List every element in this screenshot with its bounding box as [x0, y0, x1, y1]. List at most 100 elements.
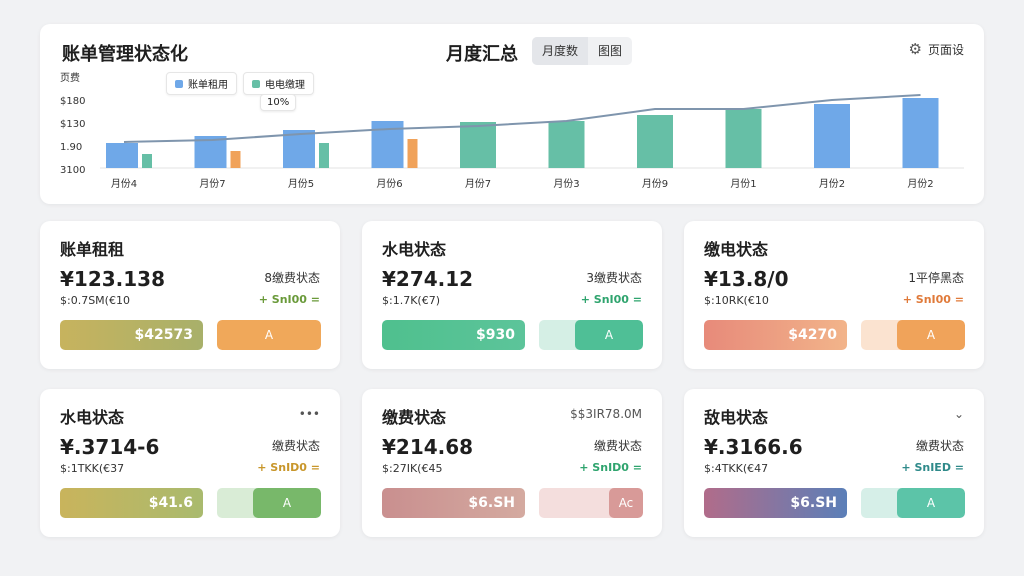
- chart-bar[interactable]: [230, 151, 241, 168]
- x-tick-label: 月份7: [199, 178, 225, 190]
- chart-bar[interactable]: [106, 143, 138, 168]
- view-toggle: 月度数 图图: [532, 37, 633, 65]
- tab-monthly[interactable]: 月度数: [532, 37, 589, 65]
- legend-label: 电电缴理: [265, 80, 305, 91]
- more-icon[interactable]: •••: [299, 407, 320, 421]
- x-tick-label: 月份9: [642, 178, 668, 190]
- card-amount: ¥274.12: [382, 267, 474, 291]
- action-area: A: [539, 320, 643, 350]
- legend-item[interactable]: 账单租用: [166, 72, 237, 95]
- chart-bar[interactable]: [814, 104, 850, 168]
- summary-title: 月度汇总: [446, 44, 518, 65]
- card-title: 水电状态: [382, 240, 447, 259]
- chart-bar[interactable]: [548, 121, 585, 168]
- x-tick-label: 月份4: [111, 178, 137, 190]
- card-amount: ¥.3166.6: [704, 435, 803, 459]
- card-tag: + SnI00 =: [580, 293, 642, 306]
- card-status: 8缴费状态: [264, 271, 320, 285]
- bill-card[interactable]: 账单租租 ¥123.138 $:0.7SM(€10 8缴费状态 + SnI00 …: [40, 221, 340, 369]
- x-tick-label: 月份2: [819, 178, 845, 190]
- chart-bar[interactable]: [460, 122, 496, 168]
- action-area: Ac: [539, 488, 643, 518]
- bill-card[interactable]: 缴费状态 $$3IR78.0M ¥214.68 $:27IK(€45 缴费状态 …: [362, 389, 662, 537]
- y-tick-label: 页费: [60, 71, 80, 84]
- card-tag: + SnID0 =: [257, 461, 320, 474]
- card-subtotal: $:4TKK(€47: [704, 462, 769, 475]
- card-status: 缴费状态: [271, 439, 320, 453]
- card-subtotal: $:27IK(€45: [382, 462, 443, 475]
- trend-line: [123, 94, 921, 143]
- card-title: 水电状态: [60, 408, 125, 427]
- x-tick-label: 月份2: [907, 178, 933, 190]
- card-tag: + SnI00 =: [258, 293, 320, 306]
- chart-bar[interactable]: [902, 98, 939, 168]
- tab-chart[interactable]: 图图: [588, 37, 632, 65]
- chart-bar[interactable]: [407, 139, 418, 168]
- amount-bar[interactable]: $41.6: [60, 488, 203, 518]
- action-button[interactable]: A: [897, 320, 965, 350]
- chart-bar[interactable]: [142, 154, 152, 168]
- card-title: 敌电状态: [704, 408, 769, 427]
- amount-bar[interactable]: $930: [382, 320, 525, 350]
- card-title: 缴费状态: [382, 408, 447, 427]
- card-amount: ¥13.8/0: [704, 267, 789, 291]
- legend-swatch-blue: [175, 79, 183, 88]
- settings-button[interactable]: ⚙ 页面设: [909, 40, 964, 58]
- card-amount: ¥.3714-6: [60, 435, 160, 459]
- card-status: 1平停黑态: [908, 271, 964, 285]
- card-status: 缴费状态: [915, 439, 964, 453]
- chart-bar[interactable]: [725, 109, 762, 168]
- card-tag: + SnIED =: [901, 461, 964, 474]
- card-subtotal: $:1TKK(€37: [60, 462, 125, 475]
- app-title: 账单管理状态化: [62, 44, 188, 65]
- gear-icon: ⚙: [908, 40, 922, 58]
- action-button[interactable]: A: [253, 488, 321, 518]
- legend-label: 账单租用: [188, 80, 228, 91]
- bill-card[interactable]: 水电状态 ¥274.12 $:1.7K(€7) 3缴费状态 + SnI00 = …: [362, 221, 662, 369]
- card-corner-info[interactable]: $$3IR78.0M: [570, 407, 642, 421]
- y-tick-label: $130: [60, 119, 85, 130]
- action-area: A: [217, 320, 321, 350]
- chart-bar[interactable]: [637, 115, 673, 168]
- action-button[interactable]: A: [217, 320, 321, 350]
- x-tick-label: 月份6: [376, 178, 402, 190]
- card-amount: ¥214.68: [382, 435, 474, 459]
- bill-card[interactable]: 敌电状态 ⌄ ¥.3166.6 $:4TKK(€47 缴费状态 + SnIED …: [684, 389, 984, 537]
- action-button[interactable]: Ac: [609, 488, 643, 518]
- chart-bar[interactable]: [319, 143, 329, 168]
- amount-bar[interactable]: $6.SH: [382, 488, 525, 518]
- y-tick-label: $180: [60, 96, 85, 107]
- action-area: A: [861, 320, 965, 350]
- card-title: 缴电状态: [704, 240, 769, 259]
- card-subtotal: $:0.7SM(€10: [60, 294, 130, 307]
- card-subtotal: $:10RK(€10: [704, 294, 769, 307]
- amount-bar[interactable]: $6.SH: [704, 488, 847, 518]
- amount-bar[interactable]: $4270: [704, 320, 847, 350]
- y-tick-label: 3100: [60, 165, 85, 176]
- x-tick-label: 月份5: [288, 178, 314, 190]
- card-status: 缴费状态: [593, 439, 642, 453]
- card-status: 3缴费状态: [586, 271, 642, 285]
- legend-swatch-green: [252, 79, 260, 88]
- card-tag: + SnID0 =: [579, 461, 642, 474]
- amount-bar[interactable]: $42573: [60, 320, 203, 350]
- x-tick-label: 月份3: [553, 178, 579, 190]
- x-tick-label: 月份7: [465, 178, 491, 190]
- bill-card[interactable]: 水电状态 ••• ¥.3714-6 $:1TKK(€37 缴费状态 + SnID…: [40, 389, 340, 537]
- action-area: A: [861, 488, 965, 518]
- legend-item[interactable]: 电电缴理: [243, 72, 314, 95]
- chart-tooltip: 10%: [260, 94, 297, 111]
- x-tick-label: 月份1: [730, 178, 756, 190]
- action-button[interactable]: A: [897, 488, 965, 518]
- card-tag: + SnI00 =: [902, 293, 964, 306]
- chart-legend: 账单租用 电电缴理: [166, 72, 320, 95]
- action-button[interactable]: A: [575, 320, 643, 350]
- action-area: A: [217, 488, 321, 518]
- y-tick-label: 1.90: [60, 142, 82, 153]
- settings-label: 页面设: [927, 42, 964, 57]
- monthly-summary-panel: 页费 $180 $130 1.90 3100 月份4 月份7 月份5 月份6 月份7 月份3 月份9 月…: [40, 24, 984, 204]
- chevron-down-icon[interactable]: ⌄: [954, 407, 964, 421]
- bill-card[interactable]: 缴电状态 ¥13.8/0 $:10RK(€10 1平停黑态 + SnI00 = …: [684, 221, 984, 369]
- card-amount: ¥123.138: [60, 267, 166, 291]
- card-title: 账单租租: [60, 240, 125, 259]
